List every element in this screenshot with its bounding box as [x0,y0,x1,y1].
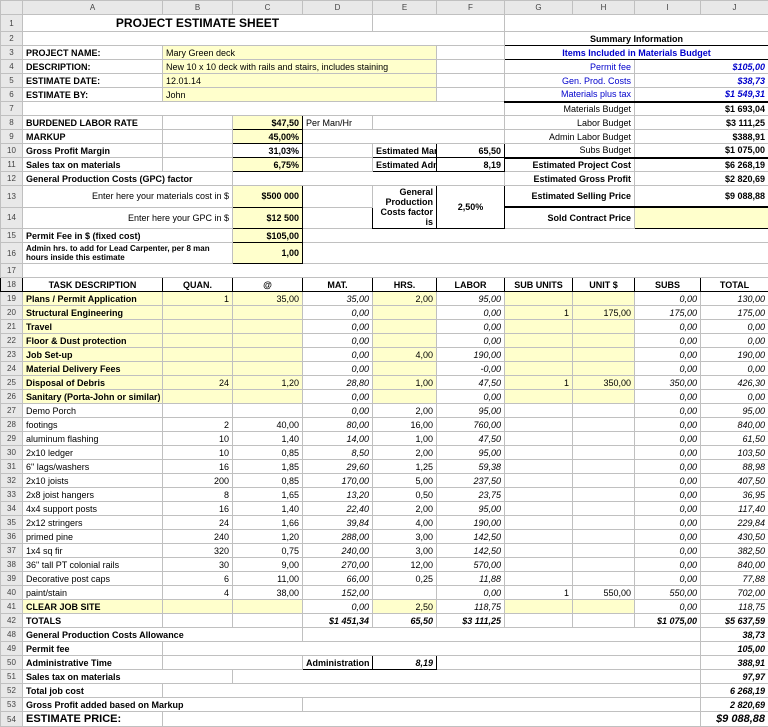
summary-labor-budget: $3 111,25 [635,116,768,130]
table-row[interactable]: 33 2x8 joist hangers 8 1,65 13,20 0,50 2… [1,488,768,502]
summary-sold-contract[interactable] [635,207,768,229]
table-row[interactable]: 26 Sanitary (Porta-John or similar) 0,00… [1,390,768,404]
gpc-factor-label: General Production Costs factor is [373,186,437,229]
totals-jobcost: 6 268,19 [701,684,768,698]
table-row[interactable]: 41 CLEAR JOB SITE 0,00 2,50 118,75 0,00 … [1,600,768,614]
summary-est-selling: $9 088,88 [635,186,768,208]
table-row[interactable]: 20 Structural Engineering 0,00 0,00 1 17… [1,306,768,320]
totals-admin: 388,91 [701,656,768,670]
gross-margin-label: Gross Profit Margin [23,144,163,158]
table-row[interactable]: 31 6" lags/washers 16 1,85 29,60 1,25 59… [1,460,768,474]
table-row[interactable]: 21 Travel 0,00 0,00 0,00 0,00 [1,320,768,334]
totals-gpc: 38,73 [701,628,768,642]
gpc-label: General Production Costs (GPC) factor [23,172,233,186]
est-admin-hours-label: Estimated Admin Hours [373,158,437,172]
summary-permit-fee: $105,00 [635,60,768,74]
table-row[interactable]: 28 footings 2 40,00 80,00 16,00 760,00 0… [1,418,768,432]
project-name[interactable]: Mary Green deck [163,46,437,60]
markup[interactable]: 45,00% [233,130,303,144]
estimate-by[interactable]: John [163,88,437,102]
estimate-date-label: ESTIMATE DATE: [23,74,163,88]
est-admin-hours: 8,19 [437,158,505,172]
sales-tax[interactable]: 6,75% [233,158,303,172]
mat-cost[interactable]: $500 000 [233,186,303,208]
admin-hrs[interactable]: 1,00 [233,243,303,264]
summary-included-header: Items Included in Materials Budget [505,46,768,60]
markup-label: MARKUP [23,130,163,144]
admin-hrs-val: 8,19 [373,656,437,670]
table-row[interactable]: 38 36" tall PT colonial rails 30 9,00 27… [1,558,768,572]
table-row[interactable]: 40 paint/stain 4 38,00 152,00 0,00 1 550… [1,586,768,600]
summary-gen-prod: $38,73 [635,74,768,88]
mat-cost-label: Enter here your materials cost in $ [23,186,233,208]
table-row[interactable]: 24 Material Delivery Fees 0,00 -0,00 0,0… [1,362,768,376]
permit-fee-label: Permit Fee in $ (fixed cost) [23,229,233,243]
table-row[interactable]: 30 2x10 ledger 10 0,85 8,50 2,00 95,00 0… [1,446,768,460]
gpc-cost[interactable]: $12 500 [233,207,303,229]
permit-fee-input[interactable]: $105,00 [233,229,303,243]
table-row[interactable]: 39 Decorative post caps 6 11,00 66,00 0,… [1,572,768,586]
summary-header: Summary Information [505,32,768,46]
description[interactable]: New 10 x 10 deck with rails and stairs, … [163,60,437,74]
estimate-price: $9 088,88 [701,712,768,727]
burdened-labor-rate[interactable]: $47,50 [233,116,303,130]
burdened-labor-label: BURDENED LABOR RATE [23,116,163,130]
summary-mat-budget: $1 693,04 [635,102,768,116]
admin-hrs-label: Admin hrs. to add for Lead Carpenter, pe… [23,243,233,264]
estimate-date[interactable]: 12.01.14 [163,74,437,88]
table-row[interactable]: 32 2x10 joists 200 0,85 170,00 5,00 237,… [1,474,768,488]
summary-subs-budget: $1 075,00 [635,144,768,158]
est-man-hours: 65,50 [437,144,505,158]
table-row[interactable]: 29 aluminum flashing 10 1,40 14,00 1,00 … [1,432,768,446]
totals-permit: 105,00 [701,642,768,656]
totals-salestax: 97,97 [701,670,768,684]
table-row[interactable]: 25 Disposal of Debris 24 1,20 28,80 1,00… [1,376,768,390]
table-row[interactable]: 23 Job Set-up 0,00 4,00 190,00 0,00 190,… [1,348,768,362]
estimate-by-label: ESTIMATE BY: [23,88,163,102]
summary-est-proj-cost: $6 268,19 [635,158,768,172]
table-row[interactable]: 35 2x12 stringers 24 1,66 39,84 4,00 190… [1,516,768,530]
table-row[interactable]: 36 primed pine 240 1,20 288,00 3,00 142,… [1,530,768,544]
gpc-factor: 2,50% [437,186,505,229]
estimate-price-label: ESTIMATE PRICE: [23,712,163,727]
sheet-title: PROJECT ESTIMATE SHEET [23,15,373,32]
totals-grossprofit: 2 820,69 [701,698,768,712]
gpc-cost-label: Enter here your GPC in $ [23,207,233,229]
spreadsheet[interactable]: ABCDEFGHIJ 1PROJECT ESTIMATE SHEET 2Summ… [0,0,768,727]
summary-mat-plus-tax: $1 549,31 [635,88,768,102]
summary-admin-labor: $388,91 [635,130,768,144]
table-header-row: 18 TASK DESCRIPTIONQUAN.@MAT.HRS.LABORSU… [1,278,768,292]
table-row[interactable]: 37 1x4 sq fir 320 0,75 240,00 3,00 142,5… [1,544,768,558]
description-label: DESCRIPTION: [23,60,163,74]
table-row[interactable]: 22 Floor & Dust protection 0,00 0,00 0,0… [1,334,768,348]
table-row[interactable]: 27 Demo Porch 0,00 2,00 95,00 0,00 95,00 [1,404,768,418]
project-name-label: PROJECT NAME: [23,46,163,60]
est-man-hours-label: Estimated Man Hours [373,144,437,158]
column-headers: ABCDEFGHIJ [1,1,768,15]
gross-margin: 31,03% [233,144,303,158]
sales-tax-label: Sales tax on materials [23,158,163,172]
summary-est-gross-profit: $2 820,69 [635,172,768,186]
table-row[interactable]: 19 Plans / Permit Application 1 35,00 35… [1,292,768,306]
table-row[interactable]: 34 4x4 support posts 16 1,40 22,40 2,00 … [1,502,768,516]
